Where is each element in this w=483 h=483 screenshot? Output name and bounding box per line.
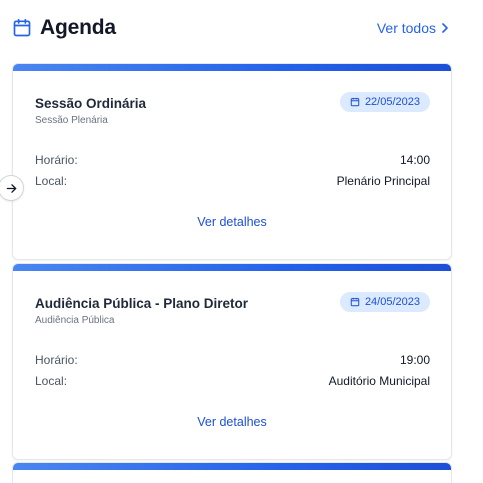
time-value: 14:00: [399, 153, 430, 167]
card-accent-bar: [13, 463, 451, 470]
event-date: 22/05/2023: [364, 96, 420, 108]
location-value: Plenário Principal: [336, 174, 430, 188]
page-title: Agenda: [40, 16, 116, 39]
chevron-right-icon: [442, 23, 448, 33]
calendar-icon: [350, 97, 360, 107]
arrow-right-icon: [6, 183, 16, 193]
location-label: Local:: [35, 174, 68, 188]
location-label: Local:: [35, 374, 68, 388]
agenda-title-group: Agenda: [12, 16, 116, 40]
time-row: Horário: 19:00: [35, 353, 430, 367]
calendar-icon: [350, 297, 360, 307]
event-title: Sessão Ordinária: [35, 96, 147, 111]
event-type: Sessão Plenária: [35, 115, 108, 126]
time-label: Horário:: [35, 353, 78, 367]
calendar-icon: [12, 18, 32, 38]
time-row: Horário: 14:00: [35, 153, 430, 167]
date-badge: 24/05/2023: [339, 292, 430, 312]
location-row: Local: Plenário Principal: [35, 174, 430, 188]
event-date: 24/05/2023: [364, 296, 420, 308]
agenda-header: Agenda Ver todos: [12, 12, 450, 44]
event-title: Audiência Pública - Plano Diretor: [35, 296, 249, 311]
see-all-label: Ver todos: [376, 20, 436, 36]
card-accent-bar: [13, 264, 451, 271]
location-value: Auditório Municipal: [328, 374, 430, 388]
event-card: Audiência Pública - Plano Diretor Audiên…: [12, 263, 452, 460]
event-card: Sessão Ordinária Sessão Plenária 22/05/2…: [12, 63, 452, 260]
view-details-link[interactable]: Ver detalhes: [13, 215, 451, 229]
time-value: 19:00: [399, 353, 430, 367]
see-all-link[interactable]: Ver todos: [377, 20, 450, 36]
time-label: Horário:: [35, 153, 78, 167]
event-card-partial: [12, 462, 452, 483]
event-type: Audiência Pública: [35, 315, 115, 326]
date-badge: 22/05/2023: [339, 92, 430, 112]
view-details-link[interactable]: Ver detalhes: [13, 415, 451, 429]
location-row: Local: Auditório Municipal: [35, 374, 430, 388]
card-accent-bar: [13, 64, 451, 71]
